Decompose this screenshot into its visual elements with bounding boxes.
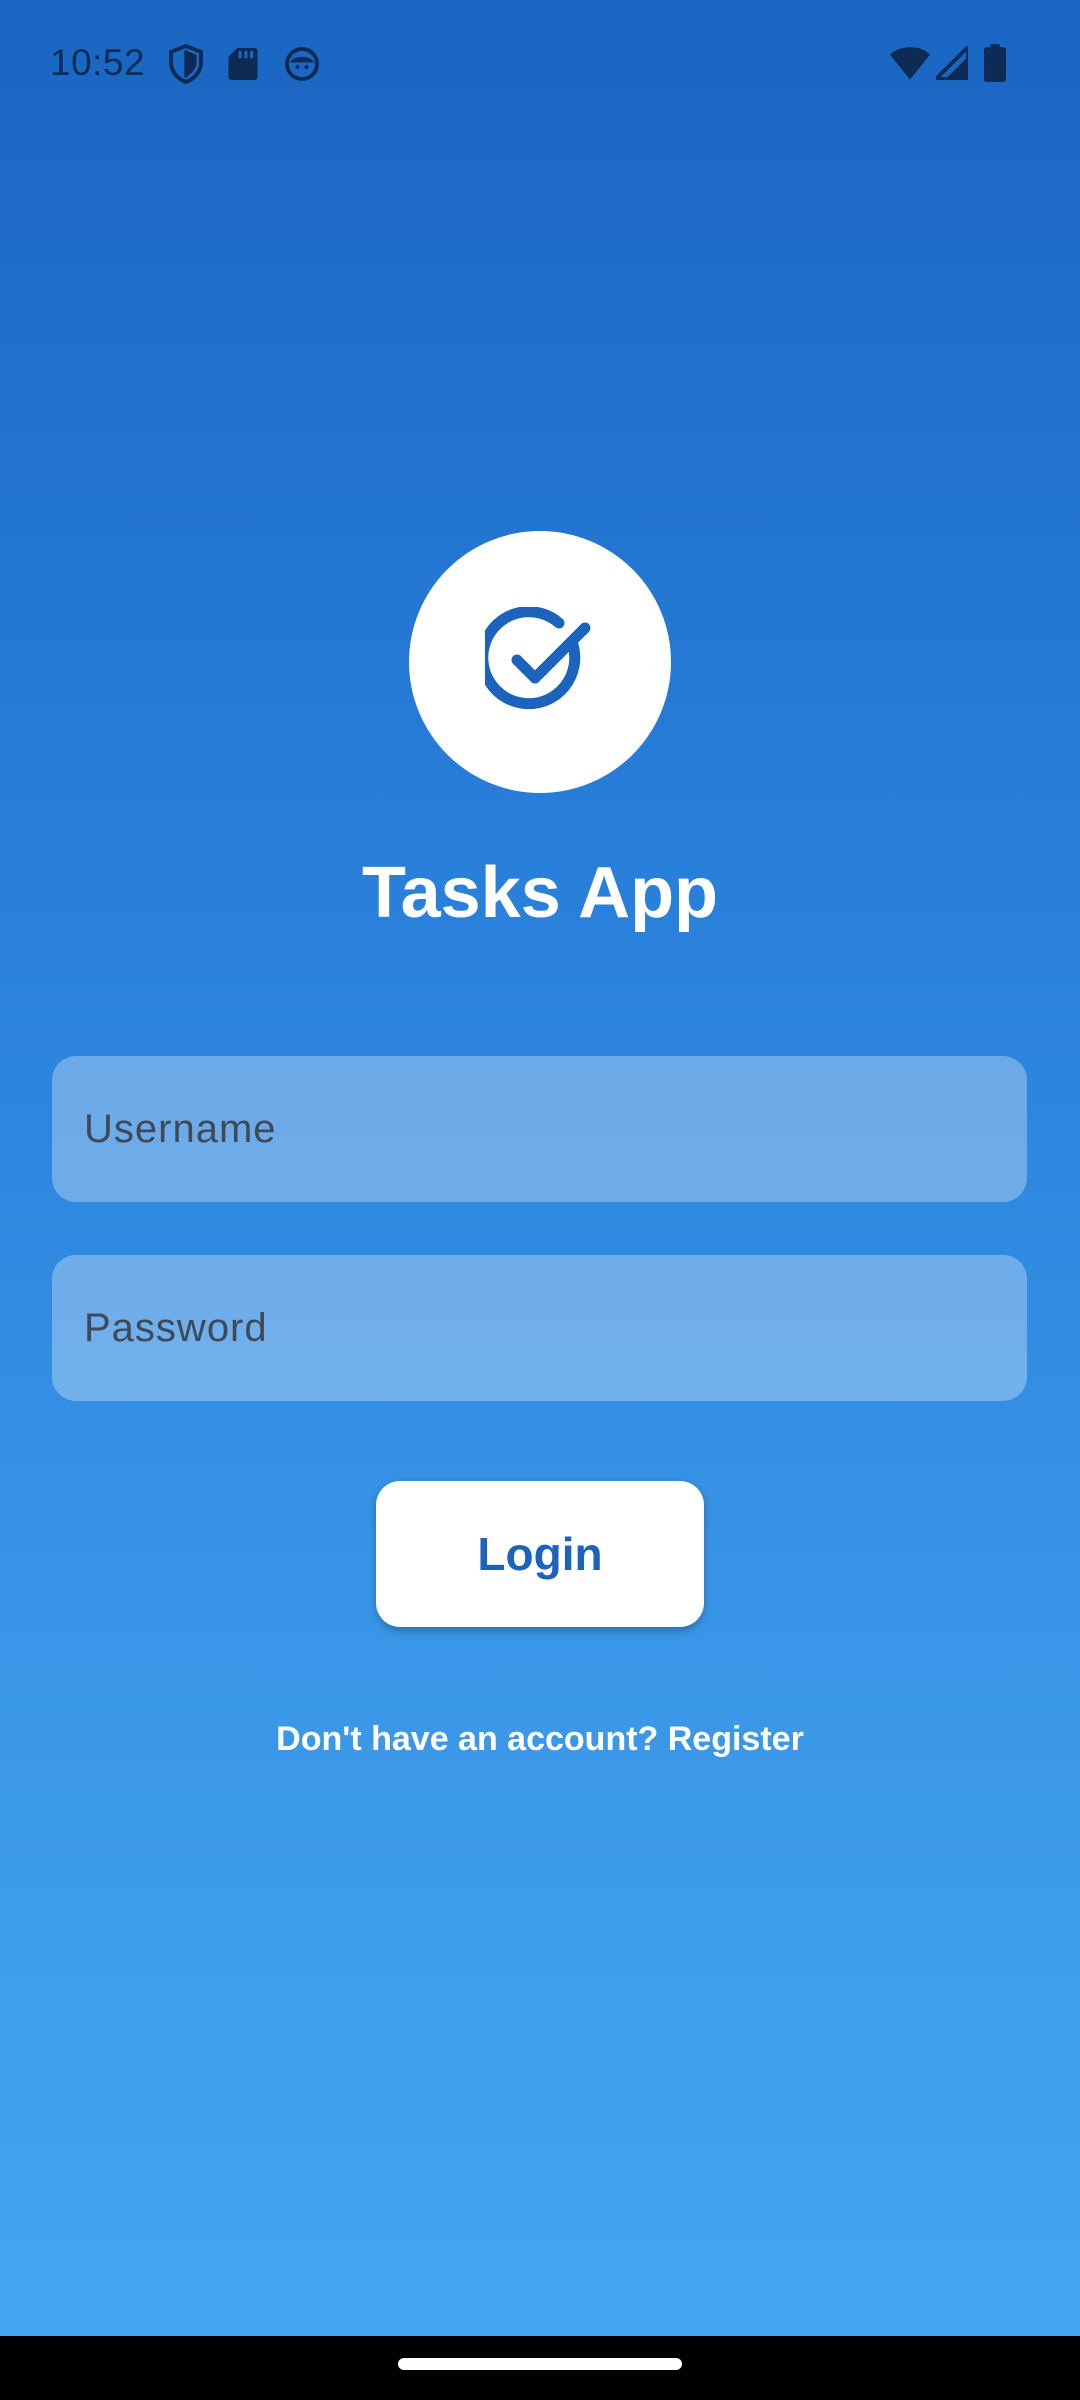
face-icon xyxy=(284,46,320,82)
status-bar: 10:52 xyxy=(0,0,1080,130)
status-time: 10:52 xyxy=(50,42,146,83)
wifi-icon xyxy=(890,46,930,80)
signal-icon xyxy=(936,46,968,80)
check-circle-icon xyxy=(485,607,591,710)
navigation-bar xyxy=(0,2336,1080,2400)
password-field[interactable] xyxy=(52,1255,1027,1401)
home-handle[interactable] xyxy=(398,2358,682,2370)
username-field[interactable] xyxy=(52,1056,1027,1202)
register-link[interactable]: Don't have an account? Register xyxy=(0,1720,1080,1759)
battery-icon xyxy=(984,44,1006,82)
app-title: Tasks App xyxy=(361,853,719,933)
app-logo xyxy=(409,531,671,793)
shield-icon xyxy=(168,44,204,84)
login-button[interactable]: Login xyxy=(376,1481,704,1627)
sd-card-icon xyxy=(228,48,258,80)
